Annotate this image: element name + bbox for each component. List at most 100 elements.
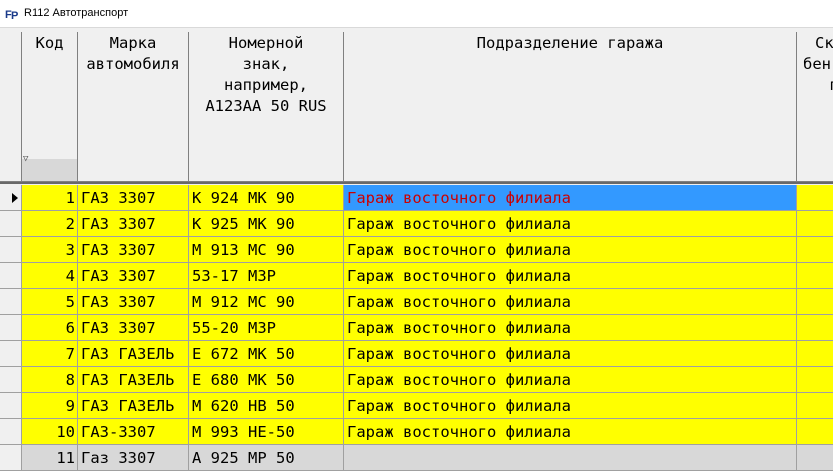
table-row[interactable]: 2 ГАЗ 3307 К 925 МК 90 Гараж восточного фил… xyxy=(0,211,833,237)
row-selector[interactable] xyxy=(0,315,22,341)
column-header-plate-line3: например, xyxy=(224,76,308,94)
cell-plate[interactable]: М 993 НЕ-50 xyxy=(189,419,344,445)
cell-code[interactable]: 2 xyxy=(22,211,78,237)
window-titlebar: F P R112 Автотранспорт xyxy=(0,0,833,28)
column-header-brand-line1: Марка xyxy=(109,34,157,52)
cell-garage[interactable]: Гараж восточного филиала xyxy=(344,185,797,211)
table-row[interactable]: 9 ГАЗ ГАЗЕЛЬ М 620 НВ 50 Гараж восточного ф… xyxy=(0,393,833,419)
column-header-garage-label: Подразделение гаража xyxy=(476,34,664,52)
cell-plate[interactable]: М 912 МС 90 xyxy=(189,289,344,315)
cell-garage[interactable]: Гараж восточного филиала xyxy=(344,263,797,289)
cell-code[interactable]: 6 xyxy=(22,315,78,341)
cell-extra[interactable] xyxy=(797,445,833,471)
cell-plate[interactable]: 53-17 МЗР xyxy=(189,263,344,289)
cell-extra[interactable] xyxy=(797,341,833,367)
table-row[interactable]: 1 ГАЗ 3307 К 924 МК 90 Гараж восточного фил… xyxy=(0,185,833,211)
column-header-extra-line3: г xyxy=(829,75,833,96)
cell-garage[interactable] xyxy=(344,445,797,471)
cell-code[interactable]: 10 xyxy=(22,419,78,445)
table-row[interactable]: 7 ГАЗ ГАЗЕЛЬ Е 672 МК 50 Гараж восточного ф… xyxy=(0,341,833,367)
cell-brand[interactable]: ГАЗ ГАЗЕЛЬ xyxy=(78,393,189,419)
cell-garage[interactable]: Гараж восточного филиала xyxy=(344,367,797,393)
column-header-code[interactable]: Код ▽ xyxy=(22,32,78,182)
row-selector[interactable] xyxy=(0,419,22,445)
cell-plate[interactable]: Е 672 МК 50 xyxy=(189,341,344,367)
cell-brand[interactable]: ГАЗ 3307 xyxy=(78,185,189,211)
sort-indicator-icon[interactable]: ▽ xyxy=(23,155,28,164)
cell-code[interactable]: 5 xyxy=(22,289,78,315)
row-selector[interactable] xyxy=(0,185,22,211)
cell-code[interactable]: 8 xyxy=(22,367,78,393)
column-header-filter-area xyxy=(22,159,77,181)
selector-header xyxy=(0,32,22,182)
cell-extra[interactable] xyxy=(797,393,833,419)
row-selector[interactable] xyxy=(0,289,22,315)
window-title: R112 Автотранспорт xyxy=(24,7,129,19)
cell-garage[interactable]: Гараж восточного филиала xyxy=(344,341,797,367)
cell-extra[interactable] xyxy=(797,419,833,445)
cell-code[interactable]: 4 xyxy=(22,263,78,289)
column-header-code-label: Код xyxy=(35,34,64,52)
cell-garage[interactable]: Гараж восточного филиала xyxy=(344,237,797,263)
cell-extra[interactable] xyxy=(797,263,833,289)
column-header-plate[interactable]: Номерной знак, например, А123АА 50 RUS xyxy=(189,32,344,182)
column-header-brand-line2: автомобиля xyxy=(86,55,180,73)
cell-brand[interactable]: ГАЗ 3307 xyxy=(78,315,189,341)
table-row[interactable]: 8 ГАЗ ГАЗЕЛЬ Е 680 МК 50 Гараж восточного ф… xyxy=(0,367,833,393)
cell-extra[interactable] xyxy=(797,367,833,393)
row-selector[interactable] xyxy=(0,445,22,471)
cell-plate[interactable]: М 913 МС 90 xyxy=(189,237,344,263)
table-row[interactable]: 4 ГАЗ 3307 53-17 МЗР Гараж восточного филиа… xyxy=(0,263,833,289)
cell-garage[interactable]: Гараж восточного филиала xyxy=(344,315,797,341)
cell-plate[interactable]: А 925 МР 50 xyxy=(189,445,344,471)
cell-plate[interactable]: К 924 МК 90 xyxy=(189,185,344,211)
svg-text:P: P xyxy=(11,10,18,21)
cell-garage[interactable]: Гараж восточного филиала xyxy=(344,393,797,419)
cell-garage[interactable]: Гараж восточного филиала xyxy=(344,289,797,315)
cell-code[interactable]: 1 xyxy=(22,185,78,211)
column-header-extra-line2: бен xyxy=(803,55,831,73)
row-selector[interactable] xyxy=(0,211,22,237)
row-selector[interactable] xyxy=(0,237,22,263)
vehicle-grid[interactable]: Код ▽ Марка автомобиля Номерной знак, на… xyxy=(0,28,833,471)
column-header-plate-line2: знак, xyxy=(242,55,290,73)
cell-garage[interactable]: Гараж восточного филиала xyxy=(344,211,797,237)
cell-code[interactable]: 11 xyxy=(22,445,78,471)
fp-app-icon: F P xyxy=(5,6,20,21)
table-row[interactable]: 6 ГАЗ 3307 55-20 МЗР Гараж восточного филиа… xyxy=(0,315,833,341)
table-row[interactable]: 3 ГАЗ 3307 М 913 МС 90 Гараж восточного фил… xyxy=(0,237,833,263)
column-header-plate-line4: А123АА 50 RUS xyxy=(205,97,327,115)
cell-extra[interactable] xyxy=(797,211,833,237)
column-header-brand[interactable]: Марка автомобиля xyxy=(78,32,189,182)
table-row[interactable]: 5 ГАЗ 3307 М 912 МС 90 Гараж восточного фил… xyxy=(0,289,833,315)
cell-extra[interactable] xyxy=(797,315,833,341)
cell-plate[interactable]: К 925 МК 90 xyxy=(189,211,344,237)
cell-brand[interactable]: ГАЗ 3307 xyxy=(78,211,189,237)
row-selector[interactable] xyxy=(0,263,22,289)
header-separator xyxy=(0,182,833,184)
cell-brand[interactable]: ГАЗ 3307 xyxy=(78,263,189,289)
cell-extra[interactable] xyxy=(797,237,833,263)
cell-brand[interactable]: ГАЗ ГАЗЕЛЬ xyxy=(78,341,189,367)
cell-brand[interactable]: Газ 3307 xyxy=(78,445,189,471)
row-selector[interactable] xyxy=(0,367,22,393)
cell-brand[interactable]: ГАЗ-3307 xyxy=(78,419,189,445)
cell-plate[interactable]: Е 680 МК 50 xyxy=(189,367,344,393)
cell-extra[interactable] xyxy=(797,289,833,315)
cell-brand[interactable]: ГАЗ 3307 xyxy=(78,289,189,315)
row-selector[interactable] xyxy=(0,393,22,419)
cell-code[interactable]: 3 xyxy=(22,237,78,263)
cell-code[interactable]: 9 xyxy=(22,393,78,419)
column-header-garage[interactable]: Подразделение гаража xyxy=(344,32,797,182)
cell-garage[interactable]: Гараж восточного филиала xyxy=(344,419,797,445)
row-selector[interactable] xyxy=(0,341,22,367)
cell-code[interactable]: 7 xyxy=(22,341,78,367)
column-header-extra[interactable]: Ск бен г xyxy=(797,32,833,182)
cell-brand[interactable]: ГАЗ 3307 xyxy=(78,237,189,263)
table-row[interactable]: 10 ГАЗ-3307 М 993 НЕ-50 Гараж восточного фи… xyxy=(0,419,833,445)
cell-plate[interactable]: 55-20 МЗР xyxy=(189,315,344,341)
cell-extra[interactable] xyxy=(797,185,833,211)
cell-brand[interactable]: ГАЗ ГАЗЕЛЬ xyxy=(78,367,189,393)
table-row[interactable]: 11 Газ 3307 А 925 МР 50 xyxy=(0,445,833,471)
cell-plate[interactable]: М 620 НВ 50 xyxy=(189,393,344,419)
